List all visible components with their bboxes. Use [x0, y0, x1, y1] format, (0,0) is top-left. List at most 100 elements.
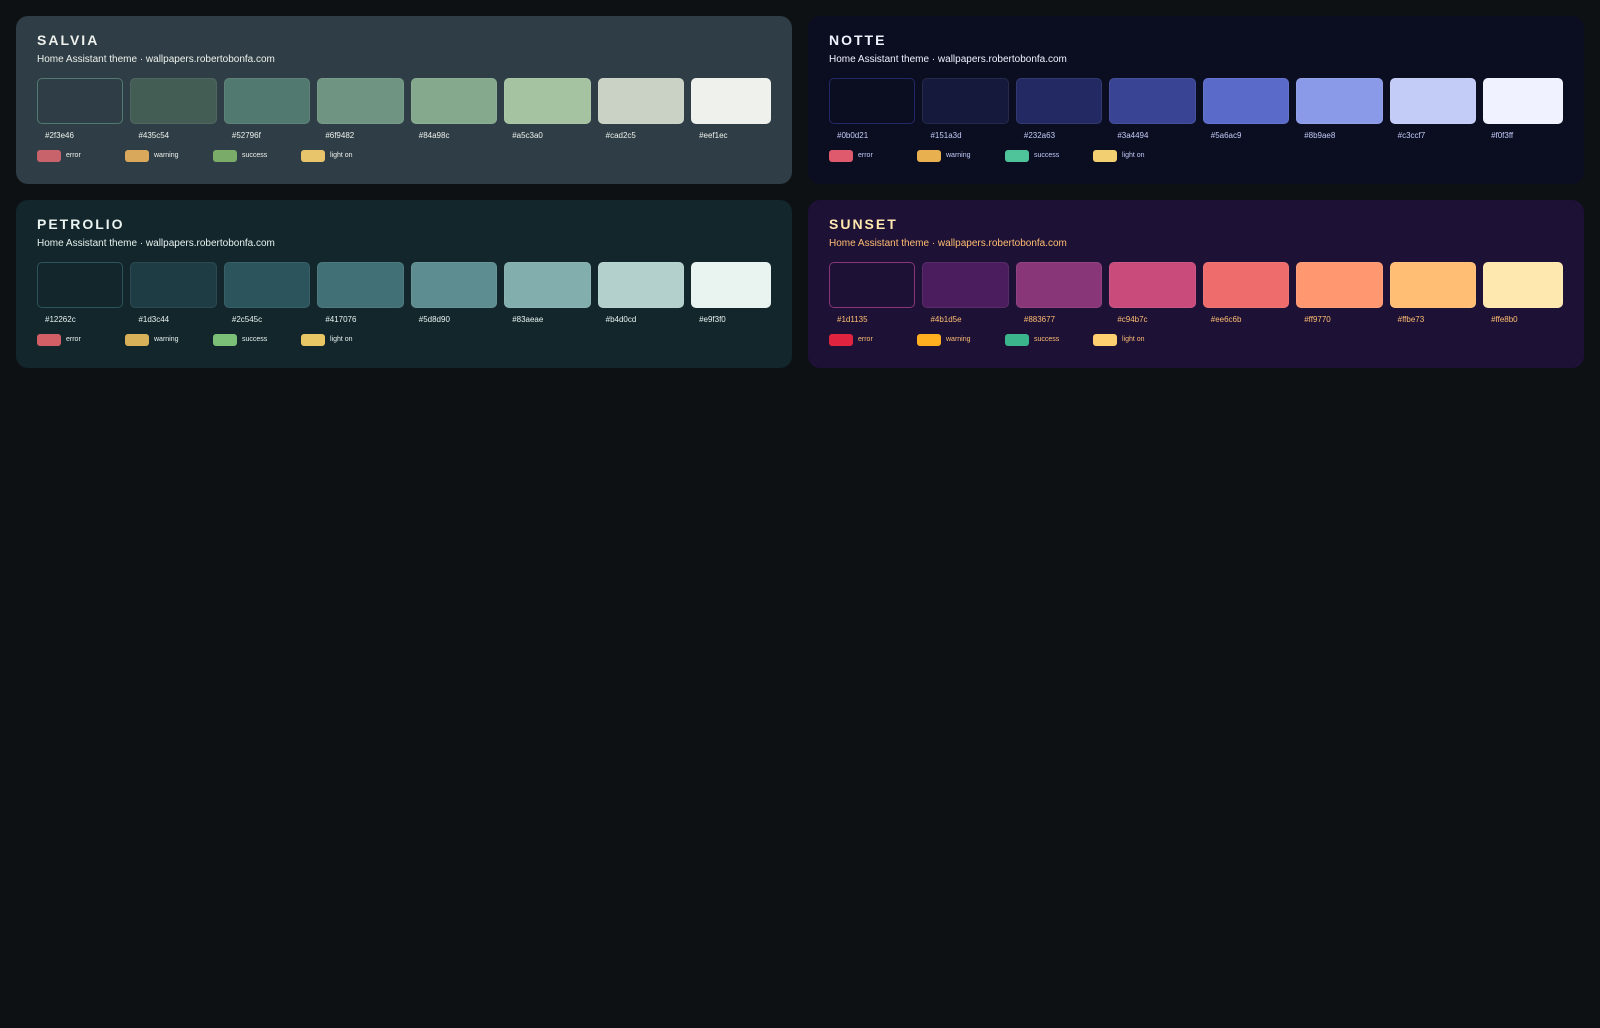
- swatch: #232a63: [1015, 78, 1103, 141]
- swatch-hex-label: #2c545c: [231, 315, 263, 324]
- theme-card-salvia: SALVIA Home Assistant theme · wallpapers…: [16, 16, 792, 184]
- swatch-hex-label: #e9f3f0: [699, 315, 726, 324]
- swatch-chip: [1483, 262, 1563, 308]
- swatch: #1d1135: [829, 262, 916, 325]
- swatch-hex-label: #0b0d21: [837, 131, 869, 140]
- legend-color-chip: [37, 334, 61, 346]
- swatch: #8b9ae8: [1296, 78, 1383, 141]
- legend-item-light-on: light on: [1093, 334, 1181, 346]
- swatch: #52796f: [223, 78, 311, 141]
- legend-label: light on: [330, 336, 353, 343]
- swatch-chip: [829, 262, 916, 308]
- swatch-chip: [691, 262, 771, 308]
- legend-label: warning: [154, 152, 179, 159]
- swatch-hex-label: #3a4494: [1117, 131, 1149, 140]
- legend-item-success: success: [213, 150, 301, 162]
- theme-card-notte: NOTTE Home Assistant theme · wallpapers.…: [808, 16, 1584, 184]
- legend-item-light-on: light on: [301, 334, 389, 346]
- swatch: #ee6c6b: [1202, 262, 1290, 325]
- theme-title: NOTTE: [829, 32, 887, 48]
- legend-label: success: [1034, 336, 1060, 343]
- swatch-hex-label: #c94b7c: [1117, 315, 1148, 324]
- swatch-hex-label: #2f3e46: [45, 131, 74, 140]
- legend-item-warning: warning: [125, 150, 213, 162]
- swatch-chip: [504, 78, 591, 124]
- theme-subtitle: Home Assistant theme · wallpapers.robert…: [37, 238, 275, 249]
- swatch: #cad2c5: [597, 78, 685, 141]
- swatch: #435c54: [130, 78, 217, 141]
- legend-label: success: [1034, 152, 1060, 159]
- legend-color-chip: [37, 150, 61, 162]
- legend-color-chip: [917, 150, 941, 162]
- swatch-row: #12262c #1d3c44 #2c545c #417076 #5d8d90 #83ae…: [37, 262, 771, 325]
- status-legend: error warning success light on: [829, 334, 1563, 346]
- theme-subtitle: Home Assistant theme · wallpapers.robert…: [37, 54, 275, 65]
- swatch-chip: [922, 78, 1009, 124]
- legend-color-chip: [1093, 150, 1117, 162]
- legend-color-chip: [829, 334, 853, 346]
- legend-item-error: error: [829, 334, 917, 346]
- swatch-chip: [130, 262, 217, 308]
- legend-label: error: [66, 336, 81, 343]
- legend-item-warning: warning: [125, 334, 213, 346]
- swatch: #883677: [1015, 262, 1103, 325]
- swatch: #ffbe73: [1389, 262, 1477, 325]
- swatch: #c94b7c: [1109, 262, 1196, 325]
- legend-color-chip: [301, 334, 325, 346]
- swatch-chip: [317, 78, 404, 124]
- swatch-chip: [37, 78, 124, 124]
- swatch-chip: [1202, 262, 1290, 308]
- swatch-hex-label: #883677: [1023, 315, 1056, 324]
- theme-card-petrolio: PETROLIO Home Assistant theme · wallpape…: [16, 200, 792, 368]
- swatch-hex-label: #1d1135: [837, 315, 868, 324]
- legend-item-success: success: [213, 334, 301, 346]
- swatch-hex-label: #eef1ec: [699, 131, 728, 140]
- swatch: #151a3d: [922, 78, 1009, 141]
- legend-label: light on: [1122, 152, 1145, 159]
- swatch: #5a6ac9: [1202, 78, 1290, 141]
- swatch-chip: [1296, 262, 1383, 308]
- swatch-chip: [37, 262, 124, 308]
- legend-label: error: [858, 152, 873, 159]
- swatch-hex-label: #52796f: [231, 131, 261, 140]
- legend-color-chip: [125, 150, 149, 162]
- legend-label: light on: [330, 152, 353, 159]
- swatch-chip: [691, 78, 771, 124]
- swatch-hex-label: #ff9770: [1304, 315, 1331, 324]
- swatch: #2f3e46: [37, 78, 124, 141]
- swatch: #2c545c: [223, 262, 311, 325]
- swatch-chip: [597, 78, 685, 124]
- legend-label: success: [242, 152, 268, 159]
- legend-color-chip: [125, 334, 149, 346]
- swatch: #e9f3f0: [691, 262, 771, 325]
- swatch-chip: [223, 262, 311, 308]
- swatch-chip: [1389, 262, 1477, 308]
- swatch-hex-label: #ffbe73: [1397, 315, 1425, 324]
- swatch-hex-label: #5d8d90: [418, 315, 450, 324]
- swatch-chip: [130, 78, 217, 124]
- legend-label: warning: [946, 152, 971, 159]
- legend-item-light-on: light on: [301, 150, 389, 162]
- legend-item-error: error: [829, 150, 917, 162]
- legend-label: warning: [946, 336, 971, 343]
- theme-grid: SALVIA Home Assistant theme · wallpapers…: [16, 16, 1584, 368]
- legend-item-success: success: [1005, 334, 1093, 346]
- legend-label: success: [242, 336, 268, 343]
- swatch-row: #2f3e46 #435c54 #52796f #6f9482 #84a98c #a5c3…: [37, 78, 771, 141]
- swatch-hex-label: #b4d0cd: [605, 315, 637, 324]
- theme-card-sunset: SUNSET Home Assistant theme · wallpapers…: [808, 200, 1584, 368]
- legend-item-error: error: [37, 334, 125, 346]
- legend-label: light on: [1122, 336, 1145, 343]
- swatch-hex-label: #12262c: [45, 315, 76, 324]
- swatch-chip: [504, 262, 591, 308]
- swatch-hex-label: #84a98c: [418, 131, 450, 140]
- legend-color-chip: [213, 334, 237, 346]
- swatch: #f0f3ff: [1483, 78, 1563, 141]
- swatch-chip: [223, 78, 311, 124]
- swatch-chip: [410, 262, 498, 308]
- swatch-chip: [1296, 78, 1383, 124]
- swatch: #417076: [317, 262, 404, 325]
- theme-subtitle: Home Assistant theme · wallpapers.robert…: [829, 54, 1067, 65]
- legend-color-chip: [917, 334, 941, 346]
- swatch-chip: [922, 262, 1009, 308]
